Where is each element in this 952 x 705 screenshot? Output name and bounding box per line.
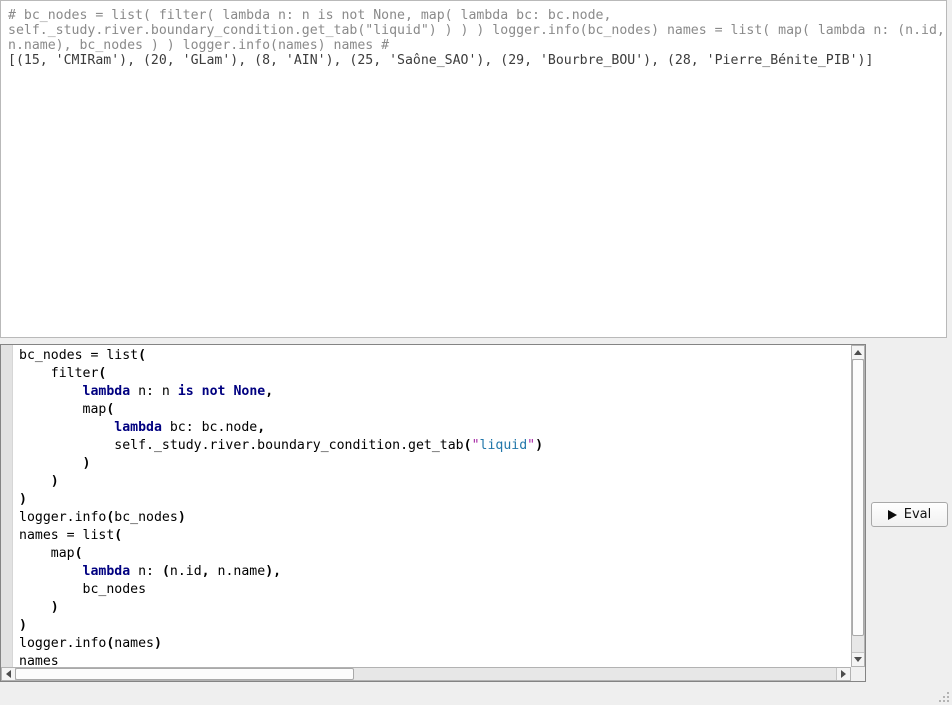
code-line: bc_nodes (19, 581, 851, 599)
scroll-right-button[interactable] (836, 668, 850, 680)
log-line: n.name), bc_nodes ) ) logger.info(names)… (8, 38, 946, 53)
scrollbar-corner (851, 667, 865, 681)
log-result-line: [(15, 'CMIRam'), (20, 'GLam'), (8, 'AIN'… (8, 53, 946, 68)
editor-text-area[interactable]: bc_nodes = list( filter( lambda n: n is … (13, 345, 851, 667)
code-line: lambda n: n is not None, (19, 383, 851, 401)
code-line: ) (19, 455, 851, 473)
arrow-up-icon (854, 350, 862, 355)
code-line: ) (19, 473, 851, 491)
log-line: # bc_nodes = list( filter( lambda n: n i… (8, 8, 946, 23)
code-line: ) (19, 599, 851, 617)
code-line: bc_nodes = list( (19, 347, 851, 365)
scroll-left-button[interactable] (2, 668, 16, 680)
vertical-scrollbar[interactable] (851, 345, 865, 667)
code-line: map( (19, 401, 851, 419)
scroll-up-button[interactable] (852, 346, 864, 360)
code-line: lambda bc: bc.node, (19, 419, 851, 437)
eval-button[interactable]: Eval (871, 502, 948, 527)
arrow-left-icon (6, 670, 11, 678)
arrow-right-icon (841, 670, 846, 678)
code-line: logger.info(names) (19, 635, 851, 653)
vertical-scrollbar-thumb[interactable] (852, 359, 864, 636)
scroll-down-button[interactable] (852, 652, 864, 666)
horizontal-scrollbar[interactable] (1, 667, 851, 681)
code-editor[interactable]: bc_nodes = list( filter( lambda n: n is … (0, 344, 866, 682)
code-line: map( (19, 545, 851, 563)
code-line: filter( (19, 365, 851, 383)
history-lines: # bc_nodes = list( filter( lambda n: n i… (8, 8, 946, 68)
eval-button-label: Eval (904, 507, 932, 522)
editor-gutter (1, 345, 13, 667)
code-line: self._study.river.boundary_condition.get… (19, 437, 851, 455)
code-line: logger.info(bc_nodes) (19, 509, 851, 527)
arrow-down-icon (854, 657, 862, 662)
code-line: names (19, 653, 851, 667)
code-line: names = list( (19, 527, 851, 545)
play-icon (888, 510, 897, 520)
window-resize-grip[interactable] (938, 691, 951, 704)
code-line: ) (19, 617, 851, 635)
history-log[interactable]: # bc_nodes = list( filter( lambda n: n i… (0, 0, 947, 338)
horizontal-scrollbar-thumb[interactable] (15, 668, 354, 680)
code-line: ) (19, 491, 851, 509)
code-line: lambda n: (n.id, n.name), (19, 563, 851, 581)
log-line: self._study.river.boundary_condition.get… (8, 23, 946, 38)
